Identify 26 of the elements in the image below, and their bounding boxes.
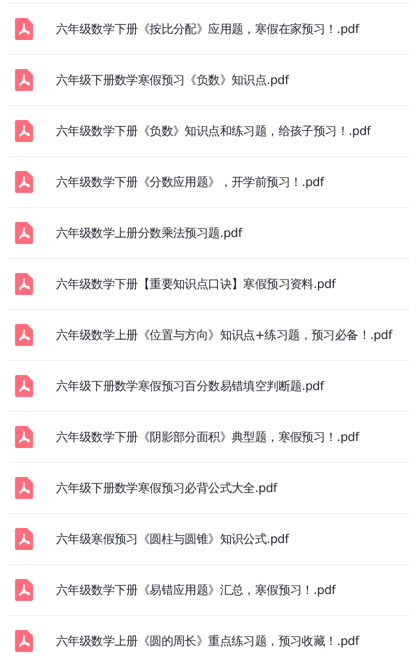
file-name[interactable]: 六年级数学下册《负数》知识点和练习题，给孩子预习！.pdf: [56, 122, 371, 140]
pdf-file-icon: [15, 120, 33, 142]
pdf-file-icon: [15, 273, 33, 295]
pdf-file-icon: [15, 477, 33, 499]
pdf-file-icon: [15, 426, 33, 448]
pdf-file-icon: [15, 630, 33, 652]
file-name[interactable]: 六年级数学下册《按比分配》应用题，寒假在家预习！.pdf: [56, 20, 359, 38]
file-name[interactable]: 六年级数学上册分数乘法预习题.pdf: [56, 224, 242, 242]
pdf-file-icon: [15, 579, 33, 601]
file-name[interactable]: 六年级数学上册《位置与方向》知识点+练习题，预习必备！.pdf: [56, 326, 392, 344]
file-name[interactable]: 六年级下册数学寒假预习必背公式大全.pdf: [56, 480, 277, 496]
pdf-file-icon: [15, 69, 33, 91]
file-name[interactable]: 六年级下册数学寒假预习《负数》知识点.pdf: [56, 72, 289, 88]
pdf-file-icon: [15, 324, 33, 346]
file-name[interactable]: 六年级数学下册《阴影部分面积》典型题，寒假预习！.pdf: [56, 428, 359, 446]
pdf-file-icon: [15, 375, 33, 397]
pdf-file-icon: [15, 18, 33, 40]
pdf-file-icon: [15, 171, 33, 193]
file-name[interactable]: 六年级下册数学寒假预习百分数易错填空判断题.pdf: [56, 378, 324, 394]
file-name[interactable]: 六年级数学下册《易错应用题》汇总，寒假预习！.pdf: [56, 582, 336, 598]
file-name[interactable]: 六年级数学上册《圆的周长》重点练习题，预习收藏！.pdf: [56, 632, 359, 650]
file-name[interactable]: 六年级数学下册【重要知识点口诀】寒假预习资料.pdf: [56, 276, 336, 292]
file-name[interactable]: 六年级数学下册《分数应用题》，开学前预习！.pdf: [56, 174, 324, 190]
pdf-file-icon: [15, 528, 33, 550]
file-name[interactable]: 六年级寒假预习《圆柱与圆锥》知识公式.pdf: [56, 530, 289, 548]
pdf-file-icon: [15, 222, 33, 244]
